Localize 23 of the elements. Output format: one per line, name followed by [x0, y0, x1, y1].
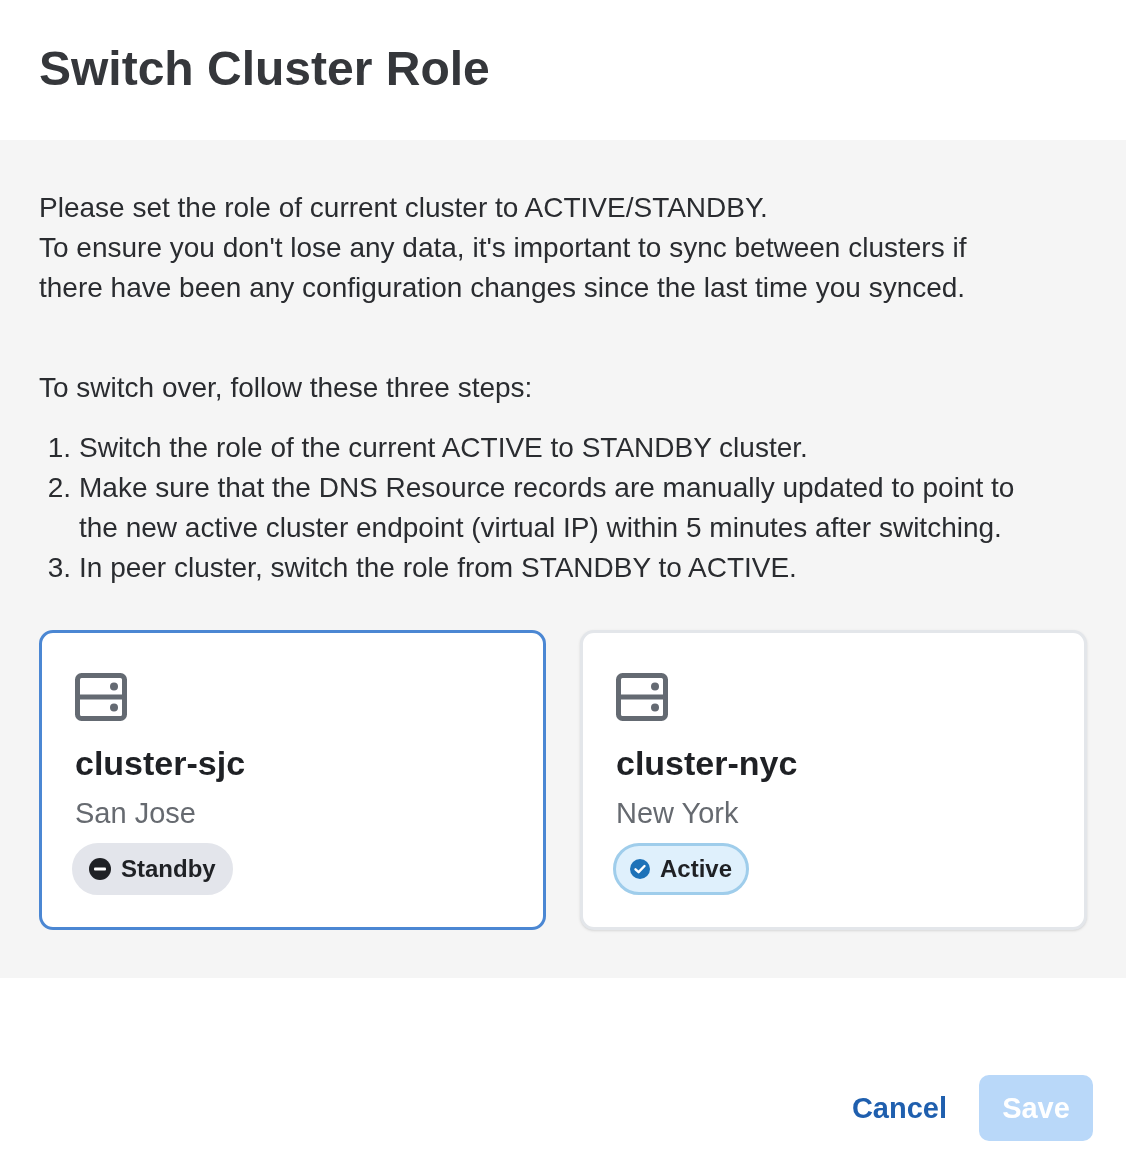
cluster-card[interactable]: cluster-nyc New York Active — [580, 630, 1087, 930]
server-icon — [616, 673, 668, 721]
step-text: Make sure that the DNS Resource records are manually updated to point to the new active cluster endpoint (virtual IP) within 5 minutes after switching. — [79, 471, 1016, 545]
intro-text: Please set the role of current cluster to ACTIVE/STANDBY. — [39, 191, 768, 225]
steps-heading: To switch over, follow these three steps: — [39, 371, 533, 405]
dialog-title: Switch Cluster Role — [39, 45, 490, 95]
cluster-location: San Jose — [75, 797, 196, 829]
cluster-card[interactable]: cluster-sjc San Jose Standby — [39, 630, 546, 930]
check-circle-icon — [630, 859, 650, 879]
step-text: Switch the role of the current ACTIVE to STANDBY cluster. — [79, 431, 808, 465]
cancel-button[interactable]: Cancel — [851, 1075, 947, 1141]
step-text: In peer cluster, switch the role from STANDBY to ACTIVE. — [79, 551, 797, 585]
step-number: 1. — [46, 431, 72, 465]
cluster-name: cluster-sjc — [75, 743, 246, 783]
status-label: Standby — [121, 857, 216, 881]
cluster-name: cluster-nyc — [616, 743, 798, 783]
cluster-location: New York — [616, 797, 739, 829]
status-label: Active — [660, 857, 733, 881]
intro-text: To ensure you don't lose any data, it's important to sync between clusters if there have been any configuration changes since the last time you synced. — [39, 231, 968, 305]
step-number: 2. — [46, 471, 72, 505]
server-icon — [75, 673, 127, 721]
minus-circle-icon — [89, 858, 111, 880]
step-number: 3. — [46, 551, 72, 585]
